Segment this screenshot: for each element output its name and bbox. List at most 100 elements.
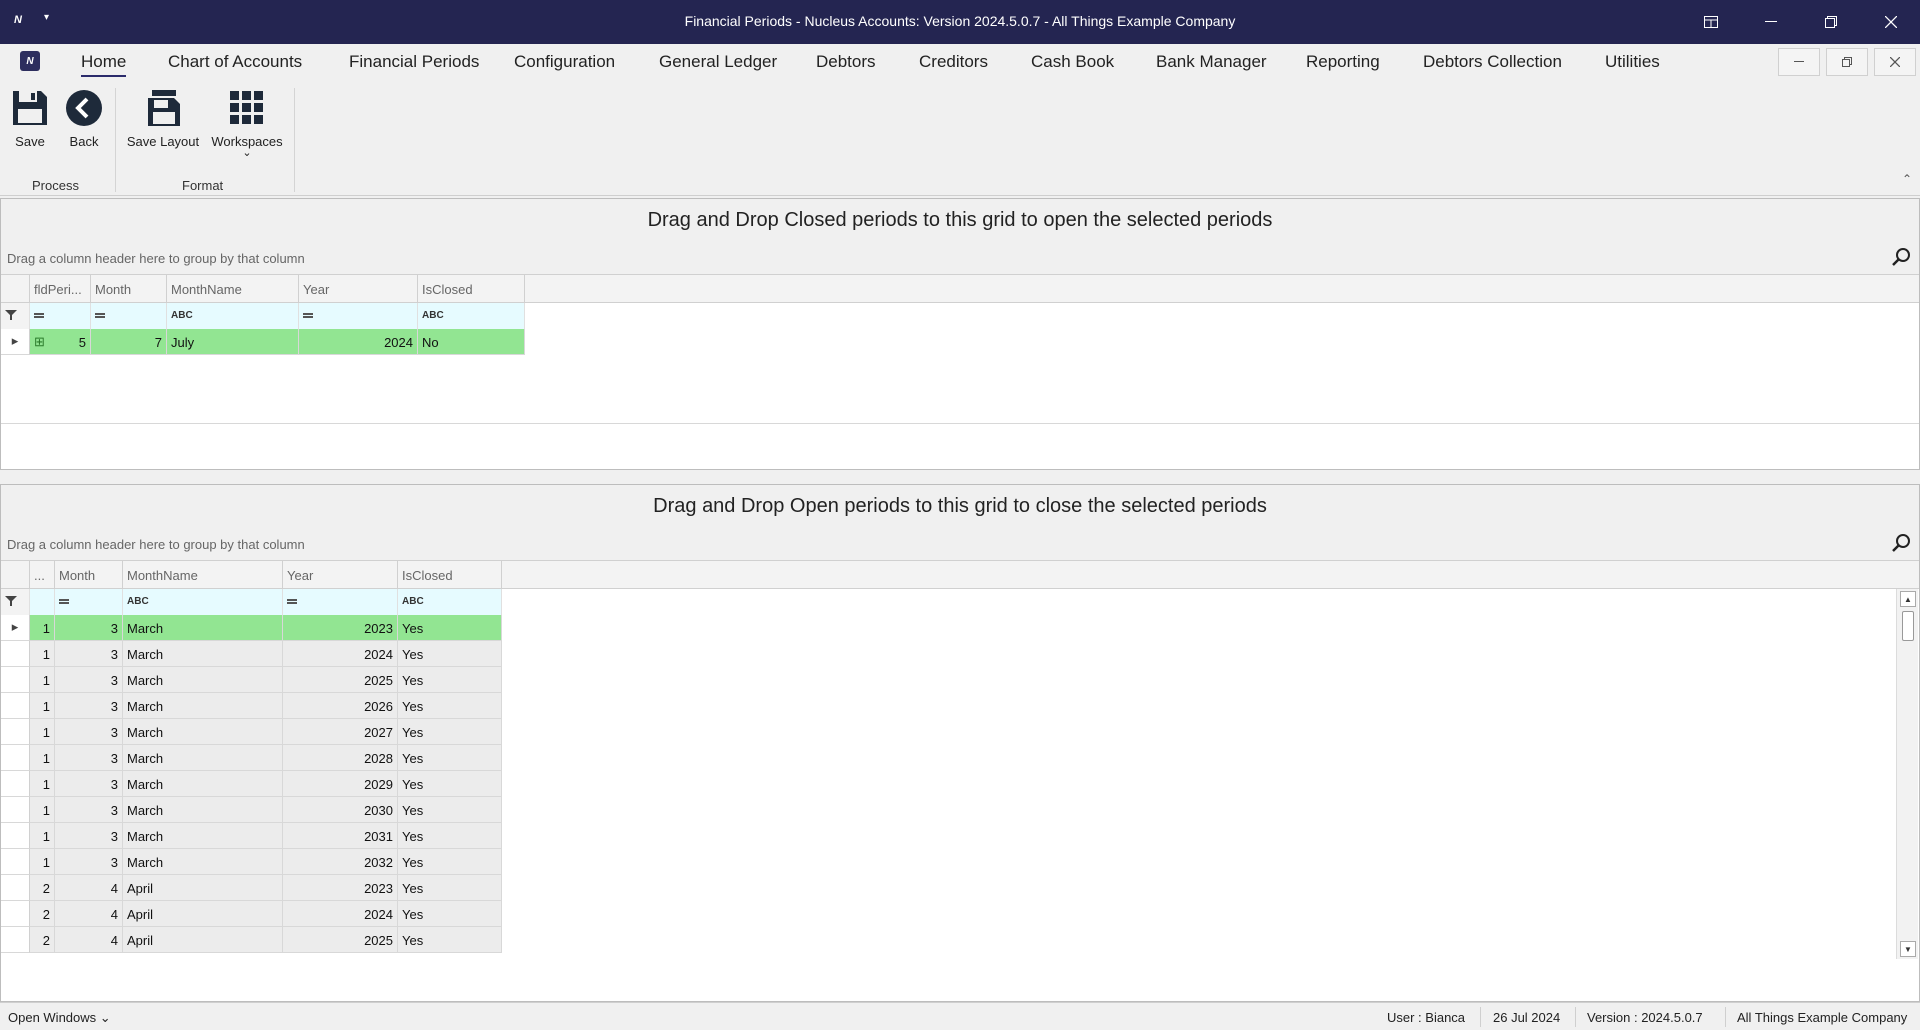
- cell-year[interactable]: 2024: [283, 641, 398, 667]
- cell-isclosed[interactable]: Yes: [398, 927, 502, 953]
- tab-general-ledger[interactable]: General Ledger: [659, 52, 777, 72]
- filter-cell-month[interactable]: [91, 303, 167, 329]
- cell-year[interactable]: 2029: [283, 771, 398, 797]
- close-button[interactable]: [1876, 10, 1906, 34]
- cell-period[interactable]: 1: [30, 641, 55, 667]
- table-row[interactable]: 1 3 March 2031 Yes: [1, 823, 502, 849]
- cell-monthname[interactable]: March: [123, 823, 283, 849]
- cell-month[interactable]: 4: [55, 927, 123, 953]
- cell-month[interactable]: 3: [55, 615, 123, 641]
- vertical-scrollbar[interactable]: ▲ ▼: [1896, 589, 1918, 959]
- closed-periods-panel[interactable]: Drag and Drop Closed periods to this gri…: [0, 198, 1920, 470]
- table-row[interactable]: 1 3 March 2026 Yes: [1, 693, 502, 719]
- column-header-period[interactable]: fldPeri...: [30, 275, 91, 303]
- cell-period[interactable]: 1: [30, 797, 55, 823]
- cell-monthname[interactable]: April: [123, 927, 283, 953]
- column-header-month[interactable]: Month: [55, 561, 123, 589]
- cell-period[interactable]: 1: [30, 771, 55, 797]
- layout-toggle-button[interactable]: [1696, 10, 1726, 34]
- restore-button[interactable]: [1816, 10, 1846, 34]
- cell-year[interactable]: 2030: [283, 797, 398, 823]
- back-button[interactable]: Back: [62, 86, 106, 149]
- cell-period[interactable]: 1: [30, 615, 55, 641]
- workspaces-button[interactable]: Workspaces ⌄: [208, 86, 286, 159]
- table-row[interactable]: 1 3 March 2027 Yes: [1, 719, 502, 745]
- cell-period[interactable]: 1: [30, 719, 55, 745]
- filter-cell-period[interactable]: [30, 589, 55, 615]
- cell-monthname[interactable]: March: [123, 745, 283, 771]
- cell-year[interactable]: 2032: [283, 849, 398, 875]
- cell-monthname[interactable]: March: [123, 615, 283, 641]
- table-row[interactable]: 1 3 March 2029 Yes: [1, 771, 502, 797]
- column-header-period[interactable]: ...: [30, 561, 55, 589]
- cell-isclosed[interactable]: Yes: [398, 875, 502, 901]
- table-row[interactable]: 1 3 March 2028 Yes: [1, 745, 502, 771]
- cell-month[interactable]: 3: [55, 641, 123, 667]
- column-header-month[interactable]: Month: [91, 275, 167, 303]
- cell-year[interactable]: 2031: [283, 823, 398, 849]
- table-row[interactable]: 2 4 April 2023 Yes: [1, 875, 502, 901]
- cell-period[interactable]: ⊞ 5: [30, 329, 91, 355]
- cell-monthname[interactable]: April: [123, 901, 283, 927]
- filter-icon[interactable]: [1, 303, 30, 329]
- table-row[interactable]: 1 3 March 2024 Yes: [1, 641, 502, 667]
- cell-month[interactable]: 3: [55, 823, 123, 849]
- cell-month[interactable]: 3: [55, 797, 123, 823]
- cell-month[interactable]: 4: [55, 875, 123, 901]
- app-menu-icon[interactable]: N: [20, 51, 40, 71]
- mdi-restore-button[interactable]: [1826, 48, 1868, 76]
- table-row[interactable]: 1 3 March 2030 Yes: [1, 797, 502, 823]
- table-row[interactable]: ▸ ⊞ 5 7 July 2024 No: [1, 329, 525, 355]
- cell-year[interactable]: 2028: [283, 745, 398, 771]
- cell-year[interactable]: 2023: [283, 875, 398, 901]
- group-by-area[interactable]: Drag a column header here to group by th…: [1, 241, 1919, 275]
- filter-cell-monthname[interactable]: ABC: [123, 589, 283, 615]
- cell-monthname[interactable]: April: [123, 875, 283, 901]
- cell-isclosed[interactable]: Yes: [398, 641, 502, 667]
- cell-month[interactable]: 4: [55, 901, 123, 927]
- cell-year[interactable]: 2025: [283, 667, 398, 693]
- tab-bank-manager[interactable]: Bank Manager: [1156, 52, 1267, 72]
- tab-home[interactable]: Home: [81, 52, 127, 77]
- cell-period[interactable]: 2: [30, 875, 55, 901]
- filter-cell-period[interactable]: [30, 303, 91, 329]
- expand-row-icon[interactable]: ⊞: [34, 335, 45, 348]
- filter-cell-year[interactable]: [283, 589, 398, 615]
- filter-icon[interactable]: [1, 589, 30, 615]
- cell-year[interactable]: 2024: [299, 329, 418, 355]
- filter-cell-isclosed[interactable]: ABC: [418, 303, 525, 329]
- cell-month[interactable]: 3: [55, 849, 123, 875]
- scroll-thumb[interactable]: [1902, 611, 1914, 641]
- table-row[interactable]: ▸ 1 3 March 2023 Yes: [1, 615, 502, 641]
- table-row[interactable]: 1 3 March 2032 Yes: [1, 849, 502, 875]
- cell-monthname[interactable]: July: [167, 329, 299, 355]
- cell-year[interactable]: 2027: [283, 719, 398, 745]
- cell-month[interactable]: 3: [55, 745, 123, 771]
- tab-debtors-collection[interactable]: Debtors Collection: [1423, 52, 1562, 72]
- column-header-monthname[interactable]: MonthName: [123, 561, 283, 589]
- filter-cell-month[interactable]: [55, 589, 123, 615]
- cell-isclosed[interactable]: Yes: [398, 615, 502, 641]
- cell-monthname[interactable]: March: [123, 849, 283, 875]
- cell-month[interactable]: 3: [55, 693, 123, 719]
- cell-isclosed[interactable]: No: [418, 329, 525, 355]
- collapse-ribbon-icon[interactable]: ⌃: [1902, 172, 1912, 186]
- cell-period[interactable]: 1: [30, 823, 55, 849]
- cell-monthname[interactable]: March: [123, 771, 283, 797]
- search-icon[interactable]: [1891, 533, 1911, 556]
- table-row[interactable]: 1 3 March 2025 Yes: [1, 667, 502, 693]
- filter-cell-monthname[interactable]: ABC: [167, 303, 299, 329]
- cell-period[interactable]: 2: [30, 927, 55, 953]
- column-header-year[interactable]: Year: [299, 275, 418, 303]
- group-by-area[interactable]: Drag a column header here to group by th…: [1, 527, 1919, 561]
- open-windows-dropdown[interactable]: Open Windows ⌄: [8, 1010, 111, 1026]
- tab-debtors[interactable]: Debtors: [816, 52, 876, 72]
- cell-period[interactable]: 1: [30, 745, 55, 771]
- mdi-close-button[interactable]: [1874, 48, 1916, 76]
- cell-isclosed[interactable]: Yes: [398, 771, 502, 797]
- column-header-year[interactable]: Year: [283, 561, 398, 589]
- tab-chart-of-accounts[interactable]: Chart of Accounts: [168, 52, 302, 72]
- open-periods-panel[interactable]: Drag and Drop Open periods to this grid …: [0, 484, 1920, 1002]
- tab-financial-periods[interactable]: Financial Periods: [349, 52, 479, 72]
- column-header-monthname[interactable]: MonthName: [167, 275, 299, 303]
